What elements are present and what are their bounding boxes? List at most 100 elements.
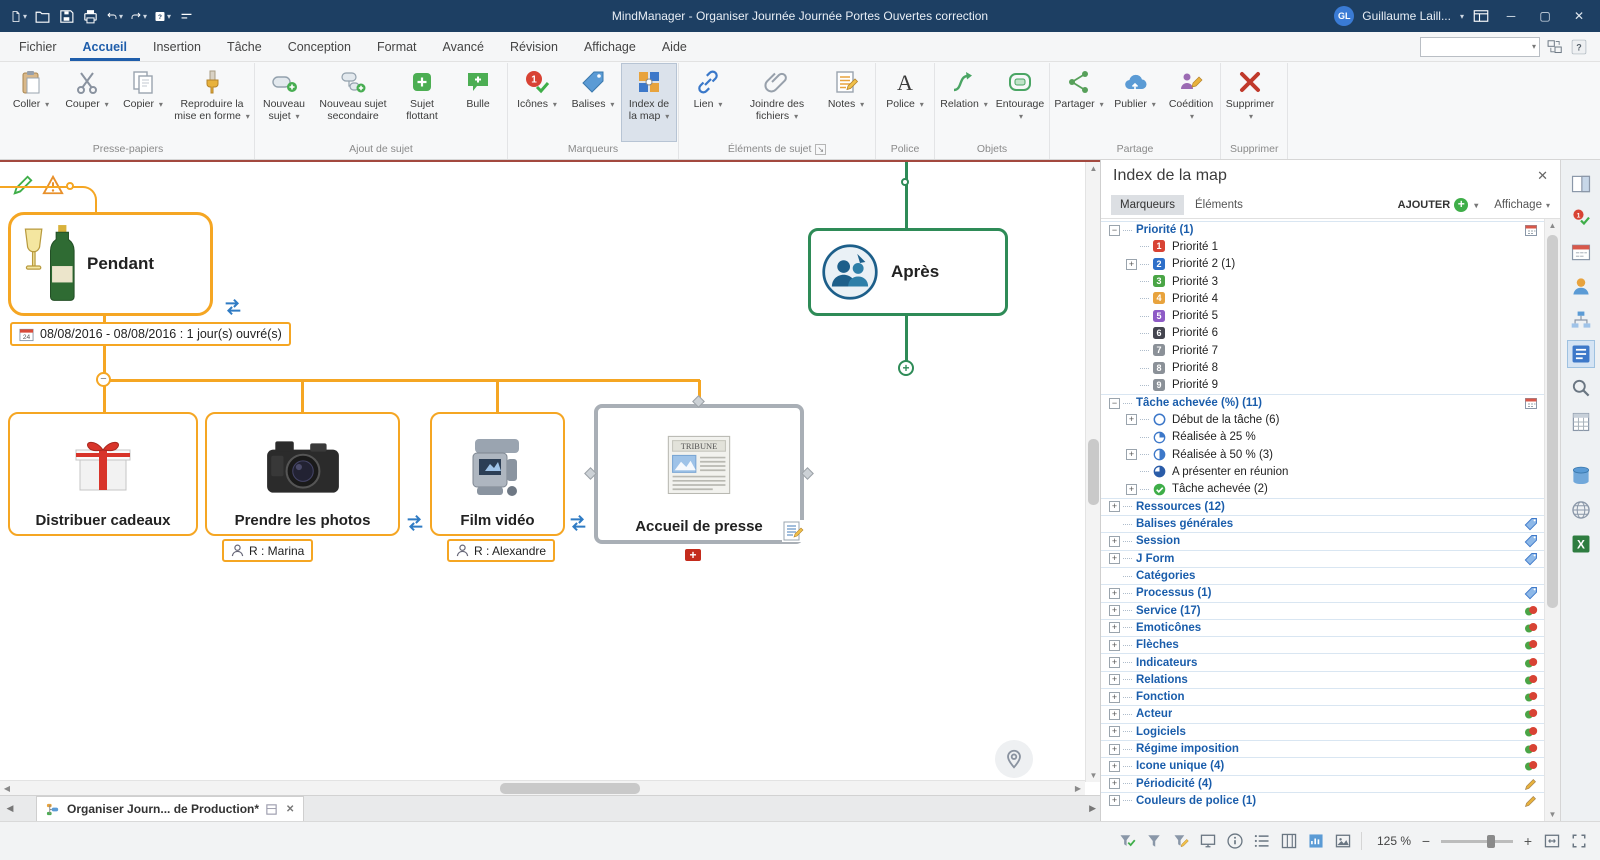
topic-apres[interactable]: Après <box>808 228 1008 316</box>
tag-sm-icon[interactable] <box>1524 552 1538 566</box>
tab-scroll-right-icon[interactable]: ▶ <box>1089 803 1096 814</box>
search-box[interactable]: ▾ <box>1420 37 1540 57</box>
ribbon-button-coller[interactable]: Coller ▾ <box>3 63 59 142</box>
ribbon-button-bulle[interactable]: Bulle <box>450 63 506 142</box>
index-group-emoticones[interactable]: +Émoticônes <box>1101 619 1544 636</box>
scroll-right-icon[interactable]: ▶ <box>1071 781 1085 795</box>
topic-distribuer-cadeaux[interactable]: Distribuer cadeaux <box>8 412 198 536</box>
menu-tab-insertion[interactable]: Insertion <box>140 32 214 61</box>
ribbon-button-nouveau-sujet[interactable]: Nouveau sujet ▾ <box>256 63 312 142</box>
menu-tab-accueil[interactable]: Accueil <box>70 32 140 61</box>
index-item-priorite-9[interactable]: +9Priorité 9 <box>1101 377 1544 394</box>
tag-sm-icon[interactable] <box>1524 517 1538 531</box>
ribbon-button-sujet-flottant[interactable]: Sujet flottant <box>394 63 450 142</box>
strip-marker-red-icon[interactable]: 1 <box>1567 204 1595 232</box>
tab-marqueurs[interactable]: Marqueurs <box>1111 195 1184 215</box>
strip-globe-icon[interactable] <box>1567 496 1595 524</box>
fit-map-icon[interactable] <box>1543 832 1561 850</box>
resource-marina[interactable]: R : Marina <box>222 539 313 562</box>
topic-notes-icon[interactable] <box>782 520 804 542</box>
expand-toggle-icon[interactable]: + <box>1109 692 1120 703</box>
expand-toggle-icon[interactable]: + <box>1109 640 1120 651</box>
pencil-sm-icon[interactable] <box>1524 777 1538 791</box>
status-image-icon[interactable] <box>1334 832 1352 850</box>
index-group-logiciels[interactable]: +Logiciels <box>1101 723 1544 740</box>
index-group-fonction[interactable]: +Fonction <box>1101 688 1544 705</box>
menu-tab-conception[interactable]: Conception <box>275 32 364 61</box>
resource-alexandre[interactable]: R : Alexandre <box>447 539 555 562</box>
tab-options-icon[interactable] <box>265 803 278 816</box>
tag-sm-icon[interactable] <box>1524 586 1538 600</box>
close-tab-icon[interactable]: ✕ <box>286 804 294 815</box>
status-slideshow-icon[interactable] <box>1199 832 1217 850</box>
calendar-sm-icon[interactable] <box>1524 396 1538 410</box>
ribbon-button-lien[interactable]: Lien ▾ <box>680 63 736 142</box>
scroll-up-icon[interactable]: ▲ <box>1086 164 1100 173</box>
zoom-slider-thumb[interactable] <box>1487 835 1495 848</box>
selection-handle-right[interactable] <box>801 467 814 480</box>
index-item-tache-achevee-2[interactable]: +Tâche achevée (2) <box>1101 480 1544 497</box>
ribbon-button-icones[interactable]: 1Icônes ▾ <box>509 63 565 142</box>
marker-sm-icon[interactable] <box>1524 690 1538 704</box>
index-item-priorite-5[interactable]: +5Priorité 5 <box>1101 307 1544 324</box>
ribbon-button-entourage[interactable]: Entourage ▾ <box>992 63 1048 142</box>
scroll-up-icon[interactable]: ▲ <box>1545 221 1560 230</box>
index-item-priorite-7[interactable]: +7Priorité 7 <box>1101 342 1544 359</box>
ribbon-button-nouveau-sujet-secondaire[interactable]: Nouveau sujet secondaire <box>312 63 394 142</box>
zoom-slider[interactable] <box>1441 834 1513 848</box>
menu-tab-revision[interactable]: Révision <box>497 32 571 61</box>
expand-toggle-icon[interactable]: + <box>1126 414 1137 425</box>
index-group-icone-unique-4[interactable]: +Icone unique (4) <box>1101 757 1544 774</box>
index-group-balises-generales[interactable]: +Balises générales <box>1101 515 1544 532</box>
expand-toggle-icon[interactable]: + <box>1109 553 1120 564</box>
ribbon-button-police[interactable]: APolice ▾ <box>877 63 933 142</box>
marker-sm-icon[interactable] <box>1524 673 1538 687</box>
expand-toggle-icon[interactable]: + <box>1109 795 1120 806</box>
ribbon-button-supprimer[interactable]: Supprimer ▾ <box>1222 63 1278 142</box>
strip-calendar-strip-icon[interactable] <box>1567 238 1595 266</box>
expand-toggle-icon[interactable]: + <box>1109 657 1120 668</box>
ribbon-button-couper[interactable]: Couper ▾ <box>59 63 115 142</box>
help-icon[interactable]: ? <box>1570 38 1588 56</box>
strip-panel-layout-icon[interactable] <box>1567 170 1595 198</box>
undo-icon[interactable]: ▾ <box>106 8 123 25</box>
maximize-button[interactable]: ▢ <box>1532 5 1558 27</box>
selection-handle-left[interactable] <box>584 467 597 480</box>
task-date-range[interactable]: 24 08/08/2016 - 08/08/2016 : 1 jour(s) o… <box>10 322 291 346</box>
ribbon-button-index-de-la-map[interactable]: Index de la map ▾ <box>621 63 677 142</box>
add-button[interactable]: AJOUTER + ▾ <box>1398 198 1479 212</box>
status-chart-blue-icon[interactable] <box>1307 832 1325 850</box>
marker-sm-icon[interactable] <box>1524 707 1538 721</box>
ribbon-button-joindre-des-fichiers[interactable]: Joindre des fichiers ▾ <box>736 63 818 142</box>
menu-tab-aide[interactable]: Aide <box>649 32 700 61</box>
index-group-service-17[interactable]: +Service (17) <box>1101 602 1544 619</box>
add-caret-icon[interactable]: ▾ <box>1474 201 1478 210</box>
expand-toggle-icon[interactable]: + <box>1109 622 1120 633</box>
index-group-periodicite-4[interactable]: +Périodicité (4) <box>1101 775 1544 792</box>
help-box-icon[interactable]: ?▾ <box>154 8 171 25</box>
index-item-priorite-2-1[interactable]: +2Priorité 2 (1) <box>1101 256 1544 273</box>
tab-scroll-left-icon[interactable]: ◀ <box>0 803 20 814</box>
index-item-realisee-a-50-3[interactable]: +Réalisée à 50 % (3) <box>1101 446 1544 463</box>
expand-toggle-icon[interactable]: + <box>1109 778 1120 789</box>
scroll-left-icon[interactable]: ◀ <box>0 781 14 795</box>
expand-toggle-icon[interactable]: + <box>1109 674 1120 685</box>
strip-excel-icon[interactable]: X <box>1567 530 1595 558</box>
status-list-icon[interactable] <box>1253 832 1271 850</box>
panel-scroll-thumb[interactable] <box>1547 235 1558 608</box>
marker-sm-icon[interactable] <box>1524 638 1538 652</box>
menu-tab-fichier[interactable]: Fichier <box>6 32 70 61</box>
save-icon[interactable] <box>58 8 75 25</box>
marker-sm-icon[interactable] <box>1524 604 1538 618</box>
index-group-categories[interactable]: +Catégories <box>1101 567 1544 584</box>
strip-magnifier-icon[interactable] <box>1567 374 1595 402</box>
index-group-couleurs-de-police-1[interactable]: +Couleurs de police (1) <box>1101 792 1544 809</box>
avatar[interactable]: GL <box>1334 6 1354 26</box>
expand-toggle-icon[interactable]: + <box>1126 449 1137 460</box>
marker-sm-icon[interactable] <box>1524 759 1538 773</box>
locate-map-button[interactable] <box>995 740 1033 778</box>
index-item-priorite-4[interactable]: +4Priorité 4 <box>1101 290 1544 307</box>
menu-tab-tache[interactable]: Tâche <box>214 32 275 61</box>
fullscreen-icon[interactable] <box>1570 832 1588 850</box>
strip-grid-calc-icon[interactable] <box>1567 408 1595 436</box>
